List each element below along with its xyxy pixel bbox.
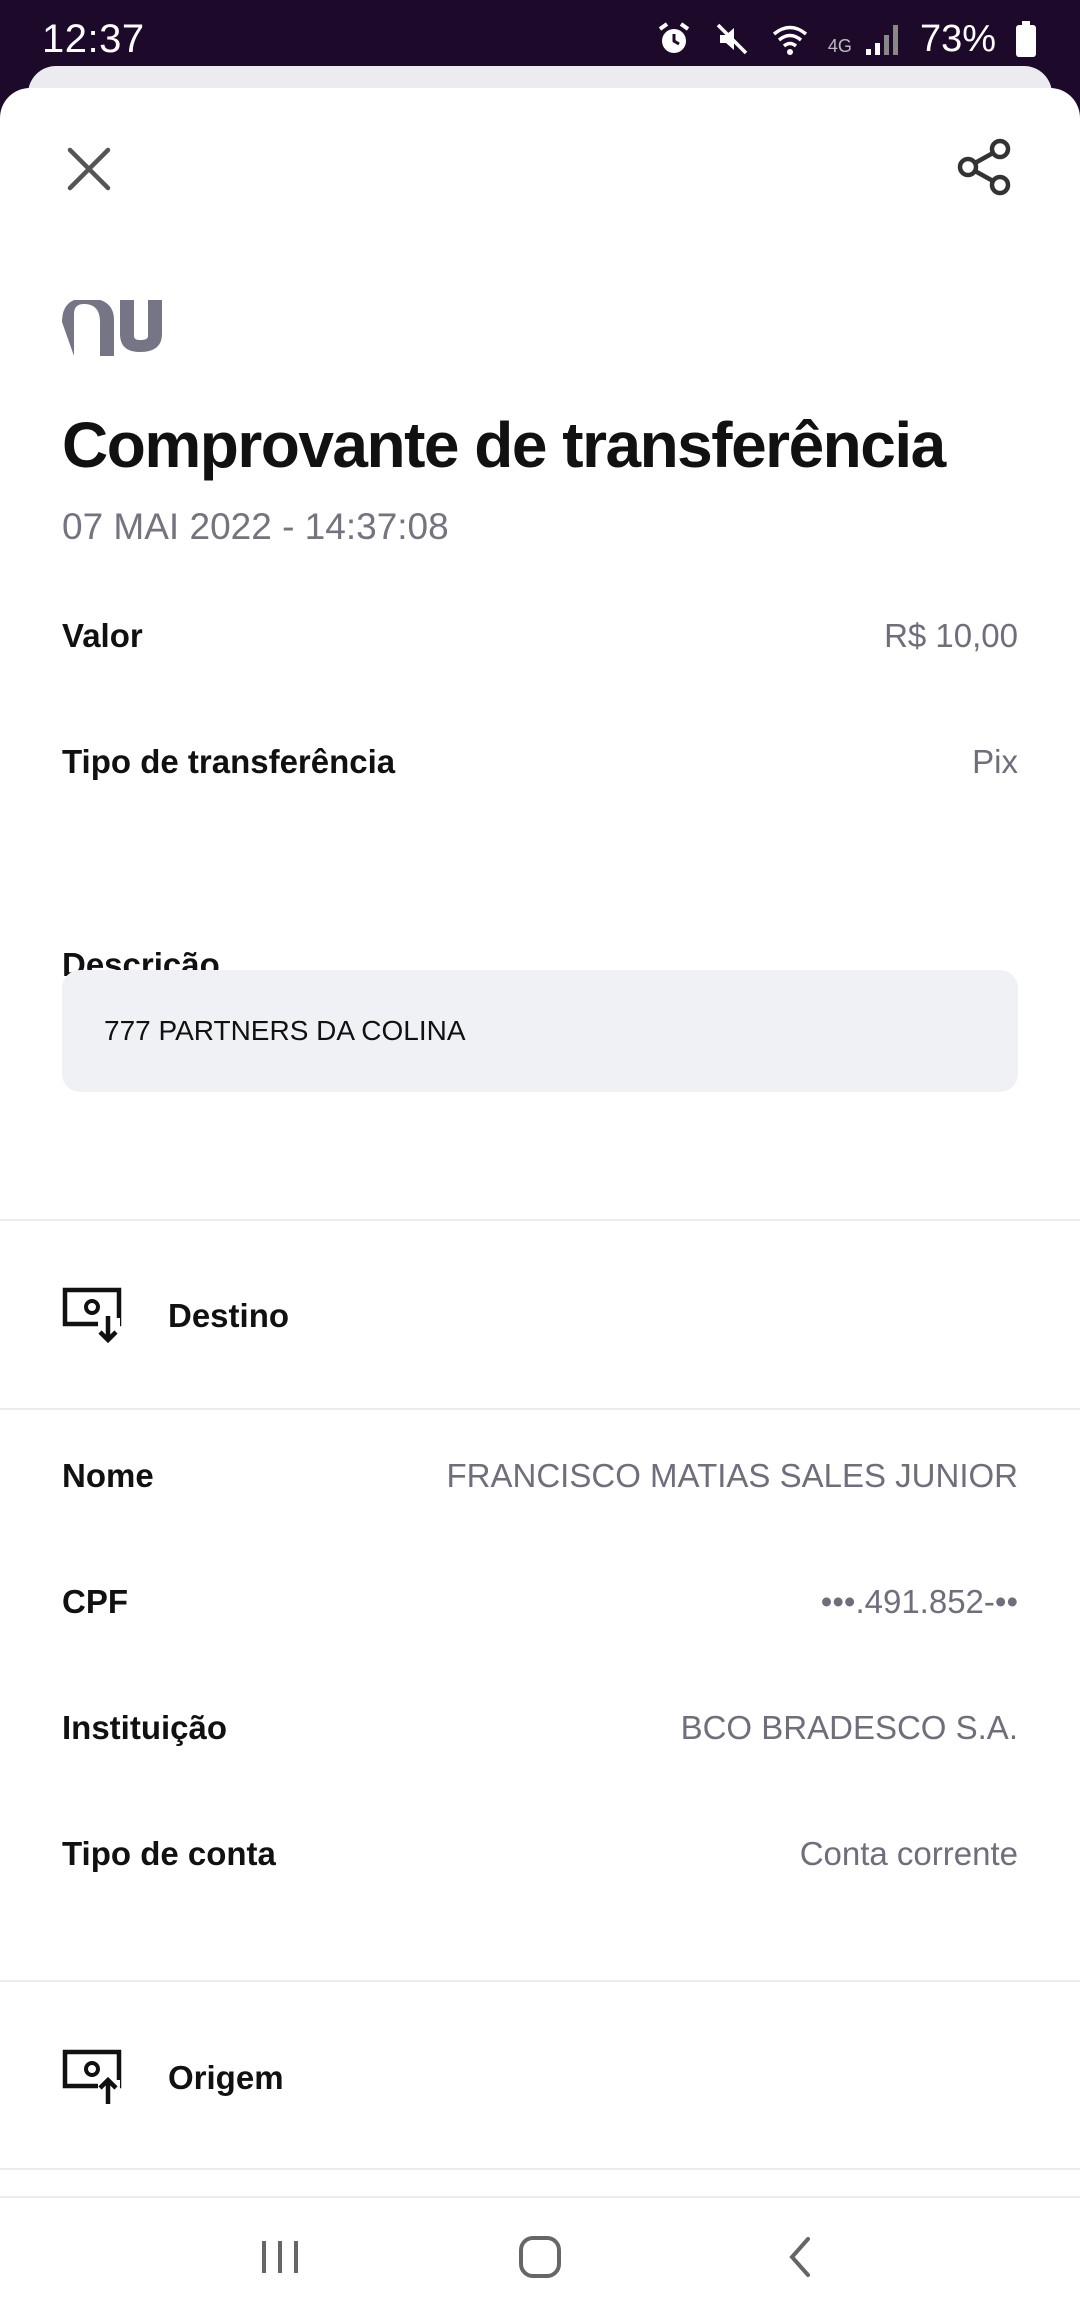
money-send-icon: [62, 2049, 122, 2104]
field-row-nome: Nome FRANCISCO MATIAS SALES JUNIOR: [62, 1446, 1018, 1506]
field-value: FRANCISCO MATIAS SALES JUNIOR: [446, 1457, 1018, 1494]
field-label: Instituição: [62, 1709, 228, 1746]
mute-icon: [716, 23, 748, 55]
back-button[interactable]: [760, 2217, 840, 2297]
signal-icon: [865, 25, 898, 55]
field-label: Tipo de conta: [62, 1835, 276, 1872]
close-icon: [67, 147, 111, 191]
section-title: Destino: [168, 1297, 290, 1334]
share-icon: [957, 138, 1011, 196]
share-button[interactable]: [954, 132, 1016, 202]
back-icon: [789, 2237, 810, 2277]
close-button[interactable]: [58, 138, 120, 200]
field-label: Tipo de transferência: [62, 743, 396, 780]
wifi-icon: [772, 25, 808, 55]
system-nav-bar: [0, 2196, 1080, 2316]
field-row-cpf: CPF •••.491.852-••: [62, 1572, 1018, 1632]
divider: [0, 1408, 1080, 1410]
section-destino: Destino: [62, 1276, 289, 1356]
field-value: R$ 10,00: [884, 617, 1018, 654]
field-value: BCO BRADESCO S.A.: [680, 1709, 1018, 1746]
field-row-valor: Valor R$ 10,00: [62, 606, 1018, 666]
field-value: Conta corrente: [799, 1835, 1018, 1872]
status-time: 12:37: [42, 16, 145, 61]
receipt-sheet: Comprovante de transferência 07 MAI 2022…: [0, 88, 1080, 2198]
recent-apps-icon: [262, 2241, 298, 2273]
section-origem: Origem: [62, 2038, 284, 2118]
field-row-tipo-transferencia: Tipo de transferência Pix: [62, 732, 1018, 792]
field-label: Valor: [62, 617, 143, 654]
status-icons: 4G 73%: [654, 18, 1038, 61]
field-value: Pix: [972, 743, 1018, 780]
money-receive-icon: [62, 1287, 122, 1344]
divider: [0, 2168, 1080, 2170]
recent-apps-button[interactable]: [240, 2217, 320, 2297]
home-button[interactable]: [500, 2217, 580, 2297]
field-label: Nome: [62, 1457, 154, 1494]
page-title: Comprovante de transferência: [62, 409, 946, 481]
description-box: 777 PARTNERS DA COLINA: [62, 970, 1018, 1092]
network-type: 4G: [827, 35, 852, 56]
nubank-logo: [62, 300, 162, 356]
field-row-instituicao: Instituição BCO BRADESCO S.A.: [62, 1698, 1018, 1758]
field-row-tipo-conta: Tipo de conta Conta corrente: [62, 1824, 1018, 1884]
receipt-datetime: 07 MAI 2022 - 14:37:08: [62, 506, 449, 547]
battery-icon: [1016, 21, 1036, 57]
description-text: 777 PARTNERS DA COLINA: [104, 1015, 466, 1046]
field-value: •••.491.852-••: [820, 1583, 1018, 1620]
battery-percent: 73%: [919, 17, 996, 60]
alarm-icon: [658, 22, 690, 53]
section-title: Origem: [168, 2059, 284, 2096]
home-icon: [519, 2236, 561, 2278]
divider: [0, 1980, 1080, 1982]
divider: [0, 1219, 1080, 1221]
field-label: CPF: [62, 1583, 128, 1620]
